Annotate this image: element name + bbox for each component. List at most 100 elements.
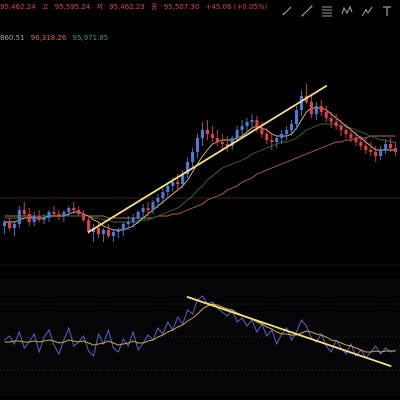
candle-body-15 <box>77 210 81 214</box>
candle-body-21 <box>106 230 110 236</box>
projection-tool-button[interactable] <box>360 4 374 18</box>
legend-ma1: 860.51 <box>0 34 25 42</box>
candle-body-33 <box>166 186 170 192</box>
candle-body-17 <box>87 220 91 232</box>
candle-body-69 <box>344 130 348 134</box>
legend-high-label: 고 <box>41 3 49 11</box>
candle-body-66 <box>329 118 333 122</box>
candle-body-78 <box>389 144 393 148</box>
candle-body-26 <box>131 218 135 222</box>
candle-body-44 <box>220 142 224 144</box>
candle-body-62 <box>309 102 313 114</box>
candle-body-73 <box>364 146 368 150</box>
candle-body-20 <box>101 230 106 234</box>
line-tool-button[interactable] <box>300 4 314 18</box>
candle-body-1 <box>7 222 11 228</box>
legend-open: 95,462.24 <box>0 3 36 11</box>
legend-low: 95,462.23 <box>109 3 145 11</box>
candle-body-6 <box>32 216 36 222</box>
legend-close: 95,507.30 <box>163 3 200 11</box>
candle-body-27 <box>136 212 140 218</box>
candle-body-53 <box>265 134 269 140</box>
price-trendline <box>87 85 328 233</box>
candle-body-43 <box>215 138 219 142</box>
candle-body-9 <box>47 212 51 218</box>
chart-root: 95,462.24 고 95,595.24 저 95,462.23 종 95,5… <box>0 0 400 400</box>
candle-body-39 <box>195 138 200 152</box>
candle-body-71 <box>354 138 358 142</box>
candle-body-40 <box>200 130 205 138</box>
legend-low-label: 저 <box>96 3 103 11</box>
candle-body-13 <box>67 208 71 212</box>
candle-body-8 <box>42 218 46 220</box>
candle-body-55 <box>275 138 279 142</box>
candle-body-14 <box>72 208 76 210</box>
candle-body-41 <box>205 130 209 134</box>
legend-high: 95,595.24 <box>54 3 91 11</box>
fib-icon <box>322 6 332 17</box>
candle-body-24 <box>121 224 125 230</box>
candle-body-16 <box>82 214 86 220</box>
ma-fast-line <box>4 107 396 231</box>
ma-legend: 860.51 96,318.26 95,971.85 <box>0 34 112 42</box>
pattern-tool-button[interactable] <box>340 4 354 18</box>
candle-body-48 <box>240 126 244 130</box>
legend-close-label: 종 <box>151 3 158 11</box>
ma-mid-line <box>4 123 396 223</box>
text-icon <box>383 6 391 16</box>
candle-body-29 <box>146 208 150 210</box>
candle-body-28 <box>141 208 145 212</box>
candle-body-35 <box>176 182 180 184</box>
candle-body-30 <box>151 202 155 210</box>
legend-ma3: 95,971.85 <box>72 34 109 42</box>
candle-body-65 <box>324 112 328 118</box>
candle-body-56 <box>280 134 284 138</box>
candle-body-32 <box>161 192 165 198</box>
candlestick-chart[interactable] <box>0 0 400 400</box>
candle-body-51 <box>255 120 259 128</box>
candle-body-63 <box>314 106 318 114</box>
drawing-toolbar <box>280 2 394 20</box>
candle-body-11 <box>57 214 61 216</box>
candle-body-58 <box>290 124 294 130</box>
candle-body-10 <box>52 212 56 214</box>
candle-body-77 <box>384 144 388 150</box>
candle-body-60 <box>299 96 304 110</box>
ohlc-legend: 95,462.24 고 95,595.24 저 95,462.23 종 95,5… <box>0 2 271 12</box>
candle-body-79 <box>393 148 398 152</box>
candle-body-23 <box>116 230 120 232</box>
ma-slow-line <box>4 135 396 219</box>
candle-body-0 <box>2 222 7 226</box>
candle-body-22 <box>111 232 115 236</box>
candle-body-74 <box>369 150 373 152</box>
legend-change: +45.06 (+0.05%) <box>205 3 268 11</box>
candle-body-5 <box>27 214 31 222</box>
candle-body-67 <box>334 122 338 126</box>
legend-ma2: 96,318.26 <box>30 34 67 42</box>
candle-body-68 <box>339 126 343 130</box>
candle-body-54 <box>270 140 274 142</box>
candle-body-4 <box>22 210 26 214</box>
projection-icon <box>361 6 373 17</box>
candle-body-2 <box>12 224 16 228</box>
candle-body-50 <box>250 120 254 122</box>
candle-body-49 <box>245 122 249 126</box>
candle-body-7 <box>37 216 41 220</box>
line-tool-icon <box>301 5 313 17</box>
candle-body-19 <box>96 228 101 234</box>
candle-body-57 <box>285 130 289 134</box>
brush-icon <box>282 6 292 16</box>
candle-body-25 <box>126 222 130 224</box>
brush-tool-button[interactable] <box>280 4 294 18</box>
candle-body-72 <box>359 142 363 146</box>
fib-tool-button[interactable] <box>320 4 334 18</box>
text-tool-button[interactable] <box>380 4 394 18</box>
candle-body-31 <box>156 198 160 202</box>
candle-body-42 <box>210 134 214 138</box>
candle-body-64 <box>319 106 323 112</box>
candle-body-59 <box>294 110 299 124</box>
pattern-icon <box>341 5 353 15</box>
candle-body-34 <box>171 182 175 186</box>
candle-body-38 <box>191 152 195 162</box>
candle-body-75 <box>374 152 378 156</box>
